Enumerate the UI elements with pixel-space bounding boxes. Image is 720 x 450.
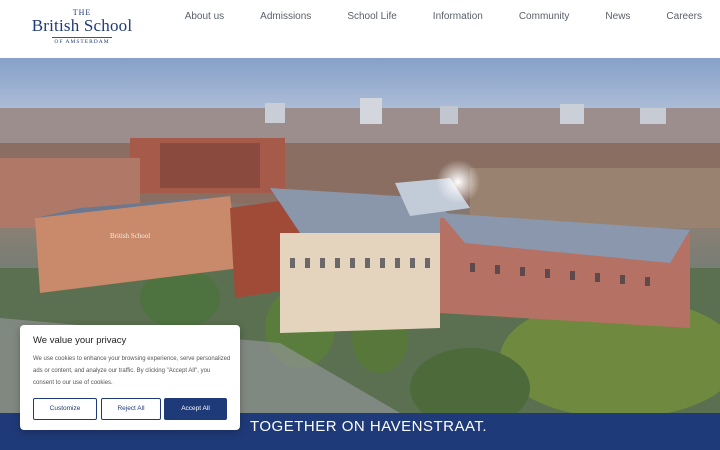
cookie-title: We value your privacy <box>33 335 127 346</box>
logo-name: British School <box>31 16 133 35</box>
building-sign: British School <box>110 232 150 240</box>
nav-careers[interactable]: Careers <box>666 11 702 22</box>
cookie-consent-dialog: We value your privacy We use cookies to … <box>20 325 240 430</box>
nav-admissions[interactable]: Admissions <box>260 11 311 22</box>
school-logo[interactable]: THE British School OF AMSTERDAM <box>18 8 146 50</box>
site-header: THE British School OF AMSTERDAM About us… <box>0 0 720 58</box>
customize-button[interactable]: Customize <box>33 398 97 420</box>
cookie-text: We use cookies to enhance your browsing … <box>33 356 231 386</box>
reject-all-button[interactable]: Reject All <box>101 398 161 420</box>
main-nav: About us Admissions School Life Informat… <box>149 11 702 22</box>
nav-information[interactable]: Information <box>433 11 483 22</box>
accept-all-button[interactable]: Accept All <box>164 398 227 420</box>
nav-community[interactable]: Community <box>519 11 570 22</box>
nav-news[interactable]: News <box>605 11 630 22</box>
nav-about-us[interactable]: About us <box>185 11 224 22</box>
nav-school-life[interactable]: School Life <box>347 11 396 22</box>
logo-sub: OF AMSTERDAM <box>54 39 110 45</box>
banner-text: TOGETHER ON HAVENSTRAAT. <box>250 418 488 435</box>
